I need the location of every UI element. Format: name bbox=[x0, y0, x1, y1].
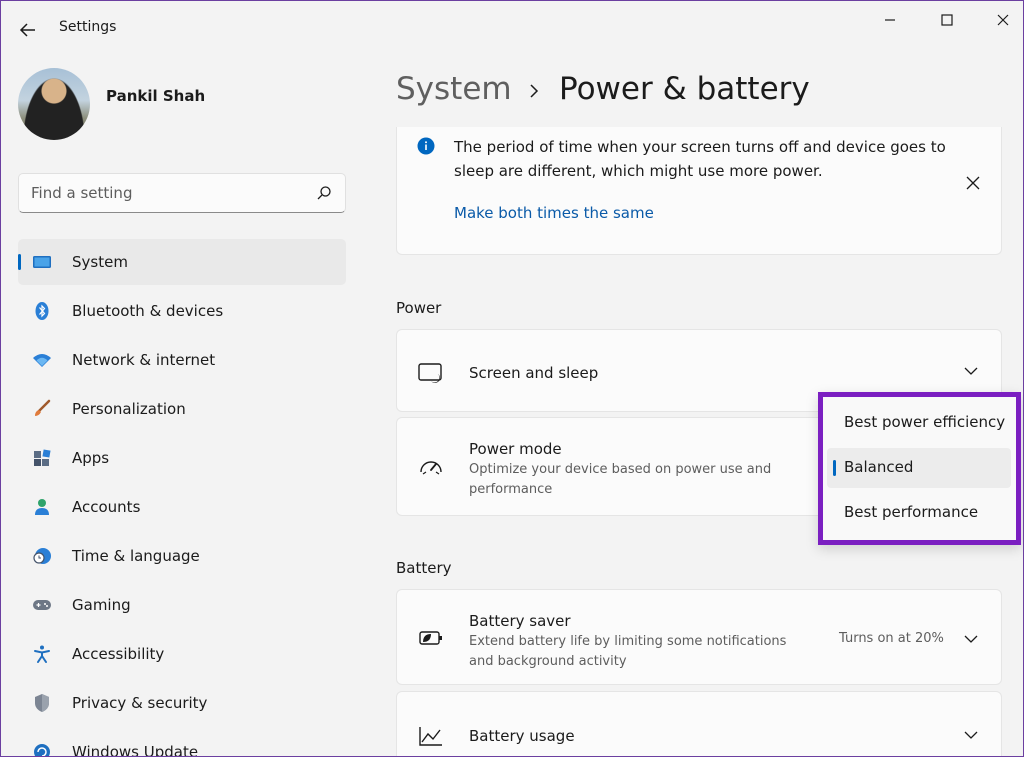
power-section-title: Power bbox=[396, 299, 442, 317]
sidebar-item-label: Apps bbox=[72, 449, 110, 467]
sidebar-item-privacy[interactable]: Privacy & security bbox=[18, 680, 346, 726]
sidebar-item-label: Accounts bbox=[72, 498, 141, 516]
update-icon bbox=[34, 744, 50, 756]
screen-sleep-icon bbox=[418, 363, 442, 383]
shield-icon bbox=[35, 694, 49, 712]
sidebar-item-apps[interactable]: Apps bbox=[18, 435, 346, 481]
battery-usage-title: Battery usage bbox=[469, 727, 575, 745]
back-arrow-icon[interactable] bbox=[15, 17, 41, 43]
clock-globe-icon bbox=[33, 548, 51, 564]
sidebar-item-time-language[interactable]: Time & language bbox=[18, 533, 346, 579]
search-input[interactable] bbox=[31, 182, 301, 204]
chevron-down-icon[interactable] bbox=[963, 363, 979, 379]
avatar[interactable] bbox=[18, 68, 90, 140]
page-title: Power & battery bbox=[559, 71, 810, 107]
option-best-power-efficiency[interactable]: Best power efficiency bbox=[827, 403, 1011, 443]
option-label: Best power efficiency bbox=[844, 413, 1006, 431]
gamepad-icon bbox=[33, 600, 51, 610]
power-mode-title: Power mode bbox=[469, 440, 562, 458]
sidebar-item-accounts[interactable]: Accounts bbox=[18, 484, 346, 530]
battery-saver-status: Turns on at 20% bbox=[839, 631, 944, 646]
info-message: The period of time when your screen turn… bbox=[454, 138, 946, 180]
battery-saver-title: Battery saver bbox=[469, 612, 571, 630]
info-banner: The period of time when your screen turn… bbox=[396, 127, 1002, 255]
chevron-down-icon[interactable] bbox=[963, 727, 979, 743]
info-icon bbox=[417, 137, 435, 155]
settings-window: Settings Pankil Shah System bbox=[0, 0, 1024, 757]
title-bar: Settings bbox=[1, 1, 1023, 57]
sidebar-item-personalization[interactable]: Personalization bbox=[18, 386, 346, 432]
sidebar-item-system[interactable]: System bbox=[18, 239, 346, 285]
power-mode-dropdown[interactable]: Best power efficiency Balanced Best perf… bbox=[818, 392, 1021, 545]
option-label: Balanced bbox=[844, 458, 914, 476]
gauge-icon bbox=[420, 461, 442, 475]
battery-saver-card[interactable]: Battery saver Extend battery life by lim… bbox=[396, 589, 1002, 685]
sidebar-item-label: Bluetooth & devices bbox=[72, 302, 224, 320]
sidebar-item-accessibility[interactable]: Accessibility bbox=[18, 631, 346, 677]
accessibility-icon bbox=[34, 645, 50, 663]
chevron-right-icon bbox=[530, 84, 539, 98]
brush-icon bbox=[35, 399, 51, 416]
sidebar-nav: System Bluetooth & devices Network & int… bbox=[18, 239, 346, 757]
screen-and-sleep-title: Screen and sleep bbox=[469, 364, 599, 382]
battery-saver-icon bbox=[419, 631, 442, 645]
sidebar-item-label: Time & language bbox=[72, 547, 200, 565]
wifi-icon bbox=[33, 354, 51, 367]
sidebar-item-windows-update[interactable]: Windows Update bbox=[18, 729, 346, 757]
power-mode-description: Optimize your device based on power use … bbox=[469, 462, 772, 497]
apps-icon bbox=[34, 449, 51, 466]
minimize-icon[interactable] bbox=[879, 9, 901, 31]
sidebar-item-label: Accessibility bbox=[72, 645, 165, 663]
battery-usage-card[interactable]: Battery usage bbox=[396, 691, 1002, 756]
option-balanced[interactable]: Balanced bbox=[827, 448, 1011, 488]
option-label: Best performance bbox=[844, 503, 979, 521]
sidebar-item-label: Personalization bbox=[72, 400, 186, 418]
maximize-icon[interactable] bbox=[936, 9, 958, 31]
monitor-icon bbox=[33, 256, 51, 268]
sidebar-item-label: Network & internet bbox=[72, 351, 216, 369]
make-times-same-link[interactable]: Make both times the same bbox=[454, 204, 654, 222]
chevron-down-icon[interactable] bbox=[963, 631, 979, 647]
option-best-performance[interactable]: Best performance bbox=[827, 493, 1011, 533]
app-title: Settings bbox=[59, 19, 117, 35]
person-icon bbox=[35, 499, 49, 515]
search-icon[interactable] bbox=[315, 184, 333, 202]
user-name: Pankil Shah bbox=[106, 87, 206, 105]
sidebar-item-gaming[interactable]: Gaming bbox=[18, 582, 346, 628]
close-icon[interactable] bbox=[964, 174, 982, 192]
sidebar-item-label: Gaming bbox=[72, 596, 131, 614]
sidebar-item-network[interactable]: Network & internet bbox=[18, 337, 346, 383]
sidebar-item-label: Windows Update bbox=[72, 743, 199, 757]
chart-icon bbox=[419, 727, 442, 746]
breadcrumb-root[interactable]: System bbox=[396, 71, 512, 107]
sidebar-item-label: System bbox=[72, 253, 128, 271]
battery-section-title: Battery bbox=[396, 559, 452, 577]
bluetooth-icon bbox=[35, 302, 49, 320]
sidebar-item-label: Privacy & security bbox=[72, 694, 208, 712]
close-window-icon[interactable] bbox=[992, 9, 1014, 31]
battery-saver-description: Extend battery life by limiting some not… bbox=[469, 634, 787, 669]
sidebar-item-bluetooth[interactable]: Bluetooth & devices bbox=[18, 288, 346, 334]
search-box[interactable] bbox=[18, 173, 346, 213]
